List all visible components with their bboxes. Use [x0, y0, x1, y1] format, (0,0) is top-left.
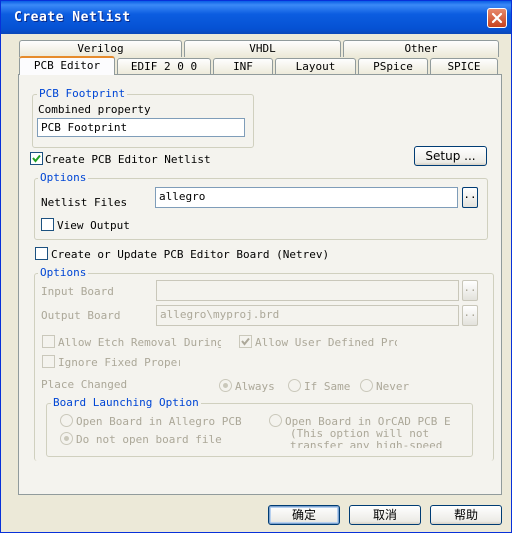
view-output-label: View Output [57, 219, 130, 232]
create-board-checkbox[interactable] [35, 247, 48, 260]
tab-pspice[interactable]: PSpice [358, 58, 428, 75]
tab-layout[interactable]: Layout [275, 58, 356, 75]
netlist-files-label: Netlist Files [41, 196, 128, 209]
board-options-legend: Options [38, 266, 89, 279]
open-allegro-label: Open Board in Allegro PCB Ed [76, 415, 246, 428]
allow-etch-label: Allow Etch Removal During E [58, 336, 221, 349]
allow-user-label: Allow User Defined Prop [255, 336, 397, 349]
radio-always-label: Always [235, 380, 275, 393]
allow-etch-checkbox[interactable] [42, 335, 55, 348]
radio-always[interactable] [219, 379, 232, 392]
create-board-label: Create or Update PCB Editor Board (Netre… [51, 248, 330, 261]
cancel-button[interactable]: 取消 [349, 505, 421, 525]
close-button[interactable] [487, 8, 507, 28]
place-changed-label: Place Changed [41, 378, 128, 391]
netlist-files-input[interactable]: allegro [155, 187, 458, 208]
dialog-title: Create Netlist [14, 10, 131, 25]
input-board-browse-button[interactable]: .. [462, 280, 478, 301]
radio-never-label: Never [376, 380, 410, 393]
output-board-input[interactable]: allegro\myproj.brd [156, 305, 459, 326]
pcb-footprint-legend: PCB Footprint [37, 87, 128, 100]
netlist-files-browse-button[interactable]: .. [462, 187, 478, 208]
netlist-options-legend: Options [38, 171, 89, 184]
orcad-note-line-2: transfer any high-speed [290, 439, 443, 448]
create-netlist-label: Create PCB Editor Netlist [45, 153, 211, 166]
create-netlist-dialog: Create Netlist Verilog VHDL Other PCB Ed… [0, 0, 512, 533]
tab-edif[interactable]: EDIF 2 0 0 [117, 58, 211, 75]
setup-button[interactable]: Setup ... [414, 146, 487, 166]
radio-never[interactable] [360, 379, 373, 392]
radio-do-not-open[interactable] [60, 432, 73, 445]
ok-button[interactable]: 确定 [268, 505, 340, 525]
close-icon [491, 12, 503, 24]
tab-verilog[interactable]: Verilog [19, 40, 182, 57]
checkmark-icon [241, 337, 250, 346]
allow-user-checkbox[interactable] [239, 335, 252, 348]
tab-pcb-editor[interactable]: PCB Editor [19, 56, 115, 75]
input-board-label: Input Board [41, 285, 114, 298]
output-board-label: Output Board [41, 309, 121, 322]
tab-spice[interactable]: SPICE [430, 58, 498, 75]
view-output-checkbox[interactable] [41, 218, 54, 231]
create-netlist-checkbox[interactable] [30, 152, 43, 165]
ignore-fixed-checkbox[interactable] [42, 355, 55, 368]
ignore-fixed-label: Ignore Fixed Propert [58, 356, 180, 369]
tab-vhdl[interactable]: VHDL [184, 40, 341, 57]
tab-other[interactable]: Other [343, 40, 499, 57]
checkmark-icon [32, 154, 41, 163]
tab-inf[interactable]: INF [213, 58, 273, 75]
combined-property-label: Combined property [38, 103, 151, 116]
combined-property-input[interactable]: PCB Footprint [37, 118, 245, 137]
radio-open-orcad[interactable] [269, 414, 282, 427]
radio-if-same-label: If Same [304, 380, 351, 393]
help-button[interactable]: 帮助 [430, 505, 502, 525]
board-launching-legend: Board Launching Option [51, 396, 201, 409]
title-bar[interactable]: Create Netlist [1, 1, 511, 34]
radio-if-same[interactable] [288, 379, 301, 392]
do-not-open-label: Do not open board file [76, 433, 222, 446]
radio-open-allegro[interactable] [60, 414, 73, 427]
input-board-input[interactable] [156, 280, 459, 301]
output-board-browse-button[interactable]: .. [462, 305, 478, 326]
